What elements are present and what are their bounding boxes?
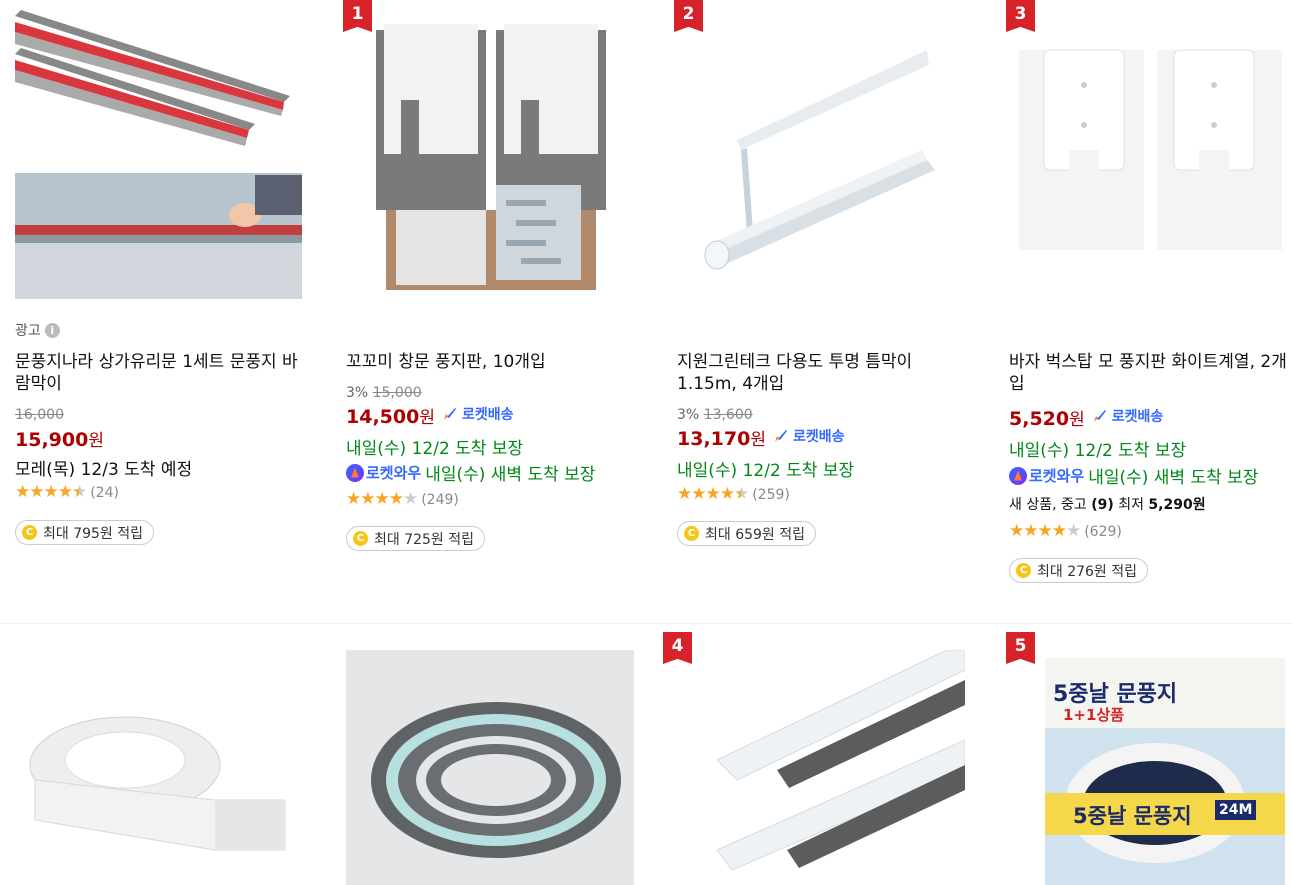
rocket-icon bbox=[443, 408, 456, 420]
package-band-text: 5중날 문풍지 bbox=[1073, 804, 1192, 828]
rocket-icon bbox=[1093, 410, 1106, 422]
rank-badge: 5 bbox=[1006, 632, 1035, 664]
wow-delivery-text: 내일(수) 새벽 도착 보장 bbox=[1088, 468, 1259, 488]
used-count: (9) bbox=[1091, 497, 1114, 513]
rocket-wow-badge: 로켓와우 bbox=[1009, 465, 1084, 486]
rocket-wow-icon bbox=[346, 463, 364, 482]
product-image[interactable] bbox=[1009, 10, 1284, 299]
delivery-info: 내일(수) 12/2 도착 보장 bbox=[1009, 441, 1187, 461]
product-title[interactable]: 꼬꼬미 창문 풍지판, 10개입 bbox=[346, 351, 636, 373]
ad-text: 광고 bbox=[15, 323, 41, 339]
cash-reward-badge: C 최대 725원 적립 bbox=[346, 526, 486, 551]
strike-price: 16,000 bbox=[15, 407, 64, 423]
info-icon[interactable]: i bbox=[44, 322, 60, 338]
product-image[interactable] bbox=[677, 650, 965, 885]
currency: 원 bbox=[88, 431, 104, 451]
star-rating-icon: ★★★★★ bbox=[15, 482, 87, 502]
coin-icon: C bbox=[684, 526, 699, 541]
cash-reward-badge: C 최대 276원 적립 bbox=[1009, 558, 1149, 583]
cash-label: 최대 795원 적립 bbox=[43, 525, 144, 542]
used-mid: 최저 bbox=[1113, 497, 1149, 513]
product-title[interactable]: 지원그린테크 다용도 투명 틈막이 1.15m, 4개입 bbox=[677, 351, 967, 395]
rating: ★★★★★ (249) bbox=[346, 491, 459, 508]
review-count: (249) bbox=[421, 491, 459, 508]
product-image[interactable] bbox=[15, 650, 302, 885]
strike-price: 15,000 bbox=[372, 385, 422, 401]
rocket-icon bbox=[774, 430, 787, 442]
star-rating-icon: ★★★★★ bbox=[1009, 521, 1081, 541]
wow-label: 로켓와우 bbox=[1029, 467, 1085, 485]
cash-reward-badge: C 최대 659원 적립 bbox=[677, 521, 817, 546]
used-offer[interactable]: 새 상품, 중고 (9) 최저 5,290원 bbox=[1009, 494, 1206, 514]
cash-label: 최대 659원 적립 bbox=[705, 526, 806, 543]
used-prefix: 새 상품, 중고 bbox=[1009, 497, 1092, 513]
currency: 원 bbox=[419, 408, 435, 428]
review-count: (24) bbox=[90, 484, 119, 501]
discount-rate: 3% bbox=[677, 407, 700, 423]
rocket-label: 로켓배송 bbox=[792, 429, 845, 445]
wow-delivery: 로켓와우 내일(수) 새벽 도착 보장 bbox=[346, 460, 595, 485]
product-title[interactable]: 바자 벅스탑 모 풍지판 화이트계열, 2개입 bbox=[1009, 351, 1292, 395]
review-count: (259) bbox=[752, 486, 790, 503]
row-divider bbox=[0, 623, 1292, 624]
discount-line: 3% 13,600 bbox=[677, 407, 753, 423]
package-subtitle: 1+1상품 bbox=[1063, 706, 1125, 724]
wow-delivery: 로켓와우 내일(수) 새벽 도착 보장 bbox=[1009, 463, 1258, 488]
wow-delivery-text: 내일(수) 새벽 도착 보장 bbox=[425, 465, 596, 485]
coin-icon: C bbox=[1016, 563, 1031, 578]
original-price: 16,000 bbox=[15, 407, 64, 423]
rocket-delivery-badge: 로켓배송 bbox=[1091, 406, 1164, 426]
product-image[interactable] bbox=[15, 10, 302, 299]
sale-price: 14,500 bbox=[346, 406, 420, 428]
cash-label: 최대 725원 적립 bbox=[374, 531, 475, 548]
package-size: 24M bbox=[1215, 800, 1257, 820]
coin-icon: C bbox=[22, 525, 37, 540]
delivery-info: 내일(수) 12/2 도착 보장 bbox=[346, 439, 524, 459]
rocket-wow-icon bbox=[1009, 466, 1027, 485]
sale-price: 13,170 bbox=[677, 428, 751, 450]
cash-label: 최대 276원 적립 bbox=[1037, 563, 1138, 580]
product-image[interactable]: 5중날 문풍지 1+1상품 5중날 문풍지 24M bbox=[1045, 658, 1285, 885]
product-image[interactable] bbox=[346, 10, 634, 299]
ad-label: 광고 i bbox=[15, 320, 60, 340]
star-rating-icon: ★★★★★ bbox=[346, 489, 418, 509]
rating: ★★★★★ (24) bbox=[15, 484, 119, 501]
delivery-info: 모레(목) 12/3 도착 예정 bbox=[15, 460, 193, 480]
rating: ★★★★★ (259) bbox=[677, 486, 790, 503]
currency: 원 bbox=[1069, 410, 1085, 430]
rocket-delivery-badge: 로켓배송 bbox=[441, 404, 514, 424]
delivery-info: 내일(수) 12/2 도착 보장 bbox=[677, 461, 855, 481]
rocket-wow-badge: 로켓와우 bbox=[346, 462, 421, 483]
currency: 원 bbox=[750, 430, 766, 450]
rocket-delivery-badge: 로켓배송 bbox=[772, 426, 845, 446]
price-line: 5,520 원 로켓배송 bbox=[1009, 405, 1163, 430]
used-price: 5,290원 bbox=[1148, 497, 1206, 513]
price-line: 14,500 원 로켓배송 bbox=[346, 403, 514, 428]
sale-price: 15,900 bbox=[15, 429, 89, 451]
rocket-label: 로켓배송 bbox=[1111, 409, 1164, 425]
star-rating-icon: ★★★★★ bbox=[677, 484, 749, 504]
discount-rate: 3% bbox=[346, 385, 369, 401]
coin-icon: C bbox=[353, 531, 368, 546]
product-image[interactable] bbox=[346, 650, 634, 885]
cash-reward-badge: C 최대 795원 적립 bbox=[15, 520, 155, 545]
price-line: 13,170 원 로켓배송 bbox=[677, 425, 845, 450]
product-image[interactable] bbox=[677, 10, 965, 299]
rating: ★★★★★ (629) bbox=[1009, 523, 1122, 540]
product-title[interactable]: 문풍지나라 상가유리문 1세트 문풍지 바람막이 bbox=[15, 351, 305, 395]
sale-price: 5,520 bbox=[1009, 408, 1070, 430]
price-line: 15,900 원 bbox=[15, 426, 104, 451]
review-count: (629) bbox=[1084, 523, 1122, 540]
strike-price: 13,600 bbox=[703, 407, 753, 423]
discount-line: 3% 15,000 bbox=[346, 385, 422, 401]
rocket-label: 로켓배송 bbox=[461, 407, 514, 423]
wow-label: 로켓와우 bbox=[366, 464, 422, 482]
